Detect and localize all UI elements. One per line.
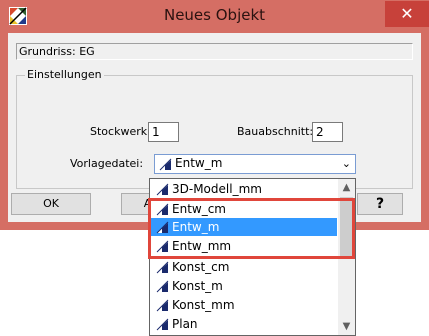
dropdown-scrollbar[interactable]: ▲ ▼ xyxy=(338,179,355,335)
list-item[interactable]: Plan xyxy=(151,315,337,333)
template-icon xyxy=(156,280,169,293)
template-icon xyxy=(156,221,169,234)
list-item-label: Konst_mm xyxy=(172,298,235,312)
list-item-label: Konst_cm xyxy=(172,260,230,274)
list-item[interactable]: Konst_cm xyxy=(151,258,337,276)
close-button[interactable]: ✕ xyxy=(385,1,429,27)
scroll-up-icon[interactable]: ▲ xyxy=(338,179,355,196)
template-icon xyxy=(159,158,172,171)
template-icon xyxy=(156,203,169,216)
vorlagedatei-dropdown-list[interactable]: 3D-Modell_mm Entw_cm Entw_m Entw_mm Kons… xyxy=(149,178,356,336)
template-icon xyxy=(156,261,169,274)
list-item[interactable]: Konst_mm xyxy=(151,296,337,314)
vorlagedatei-label: Vorlagedatei: xyxy=(70,157,144,170)
window-title: Neues Objekt xyxy=(163,6,266,24)
template-icon xyxy=(156,240,169,253)
list-item[interactable]: 3D-Modell_mm xyxy=(151,180,337,198)
scroll-down-icon[interactable]: ▼ xyxy=(338,318,355,335)
list-item-label: Entw_cm xyxy=(172,202,226,216)
settings-legend: Einstellungen xyxy=(25,68,104,81)
list-item-label: Entw_mm xyxy=(172,239,232,253)
bauabschnitt-label: Bauabschnitt: xyxy=(237,125,314,138)
list-item-label: 3D-Modell_mm xyxy=(172,182,262,196)
ok-button[interactable]: OK xyxy=(11,193,91,215)
template-icon xyxy=(156,299,169,312)
list-item-selected[interactable]: Entw_m xyxy=(151,218,337,236)
template-icon xyxy=(156,183,169,196)
close-icon: ✕ xyxy=(400,4,414,23)
vorlagedatei-value: Entw_m xyxy=(175,156,223,170)
scrollbar-thumb[interactable] xyxy=(340,197,353,259)
bauabschnitt-input[interactable]: 2 xyxy=(312,122,343,142)
chevron-down-icon: ⌄ xyxy=(341,157,351,170)
grundriss-field: Grundriss: EG xyxy=(16,43,413,60)
vorlagedatei-select[interactable]: Entw_m ⌄ xyxy=(154,154,356,174)
list-item[interactable]: Entw_mm xyxy=(151,237,337,255)
stockwerk-input[interactable]: 1 xyxy=(148,122,179,142)
list-item[interactable]: Entw_cm xyxy=(151,200,337,218)
list-item[interactable]: Konst_m xyxy=(151,277,337,295)
list-item-label: Konst_m xyxy=(172,279,223,293)
list-item-label: Plan xyxy=(172,317,198,331)
help-icon: ? xyxy=(375,196,385,212)
stockwerk-label: Stockwerk: xyxy=(90,125,151,138)
title-bar[interactable]: Neues Objekt ✕ xyxy=(0,0,429,32)
help-button[interactable]: ? xyxy=(357,193,403,215)
template-icon xyxy=(156,318,169,331)
list-item-label: Entw_m xyxy=(172,220,220,234)
